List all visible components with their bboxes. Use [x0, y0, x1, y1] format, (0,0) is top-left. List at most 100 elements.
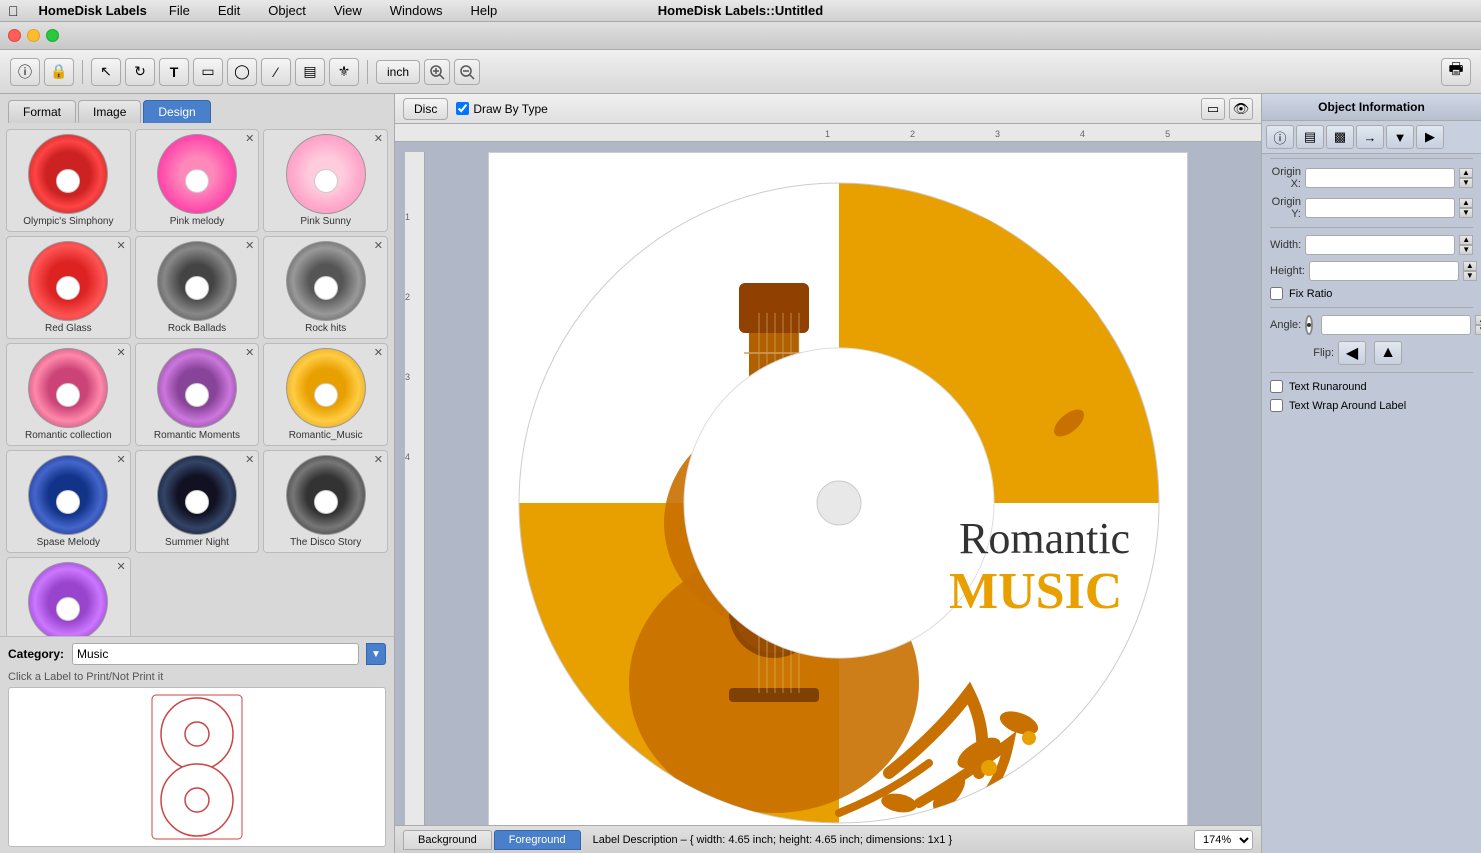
edit-menu[interactable]: Edit — [212, 1, 246, 20]
fix-ratio-label: Fix Ratio — [1289, 288, 1332, 300]
zoom-out-button[interactable] — [454, 59, 480, 85]
design-item-red-glass[interactable]: ✕ Red Glass — [6, 236, 131, 339]
flip-v-button[interactable]: ▲ — [1374, 341, 1402, 365]
origin-y-stepper[interactable]: ▲ ▼ — [1459, 198, 1473, 218]
info-button[interactable]: ⓘ — [10, 58, 40, 86]
width-up[interactable]: ▲ — [1459, 235, 1473, 245]
height-down[interactable]: ▼ — [1463, 271, 1477, 281]
close-icon[interactable]: ✕ — [245, 132, 254, 145]
close-icon[interactable]: ✕ — [374, 346, 383, 359]
design-item-summer[interactable]: ✕ Summer Night — [135, 450, 260, 553]
object-menu[interactable]: Object — [262, 1, 312, 20]
flip-h-button[interactable]: ◀ — [1338, 341, 1366, 365]
toolbar-separator-2 — [367, 60, 368, 84]
width-stepper[interactable]: ▲ ▼ — [1459, 235, 1473, 255]
draw-by-type-checkbox[interactable] — [456, 102, 469, 115]
zoom-in-button[interactable] — [424, 59, 450, 85]
canvas-container[interactable]: 1 2 3 4 — [395, 142, 1261, 825]
design-item-rock-hits[interactable]: ✕ Rock hits — [263, 236, 388, 339]
origin-x-up[interactable]: ▲ — [1459, 168, 1473, 178]
text-runaround-checkbox[interactable] — [1270, 380, 1283, 393]
main-layout: Format Image Design Olympic's Simphony ✕… — [0, 94, 1481, 853]
print-button[interactable]: 🖶 — [1441, 58, 1471, 86]
close-button[interactable] — [8, 29, 21, 42]
close-icon[interactable]: ✕ — [374, 453, 383, 466]
view-menu[interactable]: View — [328, 1, 368, 20]
line-tool[interactable]: ⁄ — [261, 58, 291, 86]
windows-menu[interactable]: Windows — [384, 1, 449, 20]
eye-button[interactable]: 👁 — [1229, 98, 1253, 120]
layers-button[interactable]: ▭ — [1201, 98, 1225, 120]
close-icon[interactable]: ✕ — [116, 346, 125, 359]
lock-button[interactable]: 🔒 — [44, 58, 74, 86]
design-item-space[interactable]: ✕ Spase Melody — [6, 450, 131, 553]
rt-btn-5[interactable]: ▼ — [1386, 125, 1414, 149]
barcode-tool[interactable]: ▤ — [295, 58, 325, 86]
angle-stepper[interactable]: ▲ ▼ — [1475, 315, 1481, 335]
angle-input[interactable] — [1321, 315, 1471, 335]
file-menu[interactable]: File — [163, 1, 196, 20]
background-tab[interactable]: Background — [403, 830, 492, 850]
rt-btn-4[interactable]: → — [1356, 125, 1384, 149]
unit-button[interactable]: inch — [376, 60, 420, 84]
design-item-romantic-moments[interactable]: ✕ Romantic Moments — [135, 343, 260, 446]
close-icon[interactable]: ✕ — [374, 239, 383, 252]
rt-btn-3[interactable]: ▩ — [1326, 125, 1354, 149]
disc-canvas[interactable]: Romantic MUSIC — [488, 152, 1188, 825]
disc-button[interactable]: Disc — [403, 98, 448, 120]
apple-menu[interactable]:  — [8, 3, 19, 19]
tab-format[interactable]: Format — [8, 100, 76, 123]
close-icon[interactable]: ✕ — [116, 560, 125, 573]
shape-tool[interactable]: ⚜ — [329, 58, 359, 86]
text-wrap-checkbox[interactable] — [1270, 399, 1283, 412]
ellipse-tool[interactable]: ◯ — [227, 58, 257, 86]
origin-y-up[interactable]: ▲ — [1459, 198, 1473, 208]
origin-y-down[interactable]: ▼ — [1459, 208, 1473, 218]
close-icon[interactable]: ✕ — [116, 239, 125, 252]
width-down[interactable]: ▼ — [1459, 245, 1473, 255]
close-icon[interactable]: ✕ — [245, 453, 254, 466]
rt-btn-2[interactable]: ▤ — [1296, 125, 1324, 149]
design-item-violet[interactable]: ✕ Violet by Step — [6, 557, 131, 636]
close-icon[interactable]: ✕ — [374, 132, 383, 145]
design-item-pink-melody[interactable]: ✕ Pink melody — [135, 129, 260, 232]
angle-down[interactable]: ▼ — [1475, 325, 1481, 335]
height-stepper[interactable]: ▲ ▼ — [1463, 261, 1477, 281]
zoom-select[interactable]: 174% — [1194, 830, 1253, 850]
angle-label: Angle: — [1270, 319, 1301, 331]
design-item-disco[interactable]: ✕ The Disco Story — [263, 450, 388, 553]
category-select[interactable]: Music — [72, 643, 359, 665]
cursor-tool[interactable]: ↖ — [91, 58, 121, 86]
angle-up[interactable]: ▲ — [1475, 315, 1481, 325]
design-item-romantic[interactable]: ✕ Romantic collection — [6, 343, 131, 446]
zoom-button[interactable] — [46, 29, 59, 42]
tab-image[interactable]: Image — [78, 100, 141, 123]
design-item-pink-sunny[interactable]: ✕ Pink Sunny — [263, 129, 388, 232]
app-name-menu[interactable]: HomeDisk Labels — [39, 3, 147, 18]
fix-ratio-checkbox[interactable] — [1270, 287, 1283, 300]
design-item-romantic-music[interactable]: ✕ Romantic_Music — [263, 343, 388, 446]
foreground-tab[interactable]: Foreground — [494, 830, 581, 850]
rectangle-tool[interactable]: ▭ — [193, 58, 223, 86]
minimize-button[interactable] — [27, 29, 40, 42]
category-arrow[interactable]: ▼ — [366, 643, 386, 665]
close-icon[interactable]: ✕ — [116, 453, 125, 466]
text-tool[interactable]: T — [159, 58, 189, 86]
angle-circle[interactable] — [1305, 315, 1313, 335]
rt-btn-6[interactable]: ▶ — [1416, 125, 1444, 149]
help-menu[interactable]: Help — [465, 1, 504, 20]
design-item-olympic[interactable]: Olympic's Simphony — [6, 129, 131, 232]
height-input[interactable] — [1309, 261, 1459, 281]
rotate-tool[interactable]: ↻ — [125, 58, 155, 86]
origin-x-stepper[interactable]: ▲ ▼ — [1459, 168, 1473, 188]
close-icon[interactable]: ✕ — [245, 239, 254, 252]
origin-y-input[interactable] — [1305, 198, 1455, 218]
origin-x-down[interactable]: ▼ — [1459, 178, 1473, 188]
height-up[interactable]: ▲ — [1463, 261, 1477, 271]
width-input[interactable] — [1305, 235, 1455, 255]
origin-x-input[interactable] — [1305, 168, 1455, 188]
close-icon[interactable]: ✕ — [245, 346, 254, 359]
tab-design[interactable]: Design — [143, 100, 210, 123]
design-item-rock-ballads[interactable]: ✕ Rock Ballads — [135, 236, 260, 339]
rt-btn-1[interactable]: ⓘ — [1266, 125, 1294, 149]
